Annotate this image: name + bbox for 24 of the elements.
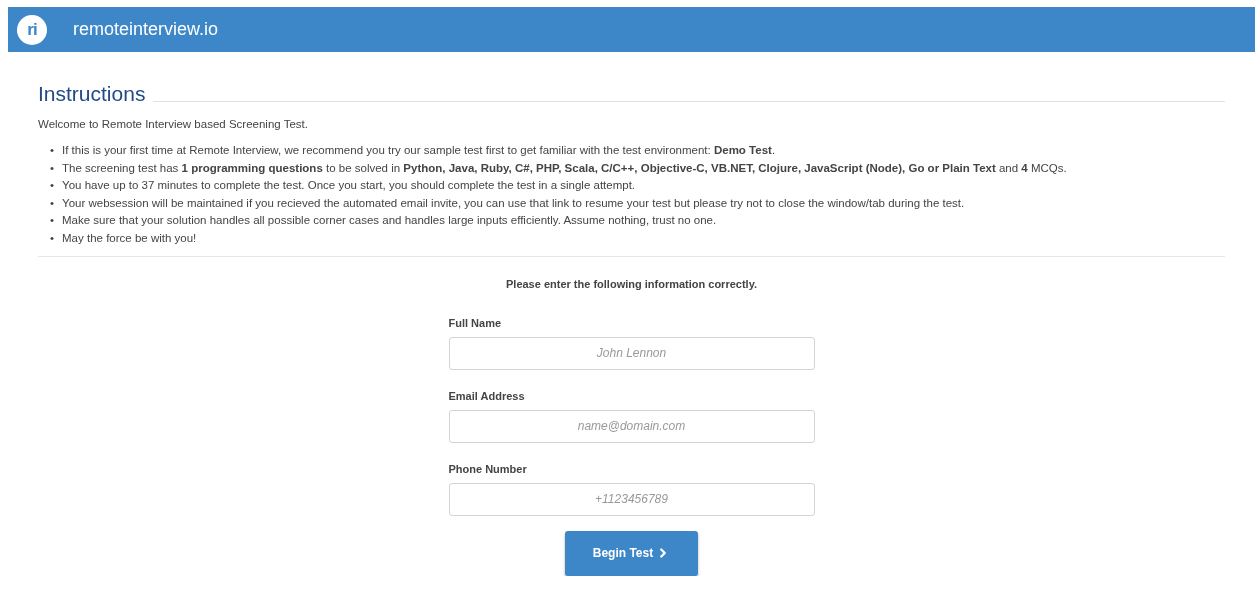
instruction-item: You have up to 37 minutes to complete the test. Once you start, you should complete the test in a single attempt. bbox=[62, 178, 636, 194]
welcome-text: Welcome to Remote Interview based Screening Test. bbox=[38, 118, 309, 130]
bullet-marker: • bbox=[50, 178, 55, 194]
bullet-marker: • bbox=[50, 195, 55, 211]
input-field[interactable]: John Lennon bbox=[448, 336, 815, 370]
instruction-item: The screening test has 1 programming questions to be solved in Python, Java, Ruby, C#, PHP, Scala, C/C++, Objective-C, VB.NET, Clojure, JavaScript (Node), Go or Plain Text and 4 MCQs. bbox=[62, 160, 1067, 176]
bullet-marker: • bbox=[50, 230, 55, 246]
begin-test-button[interactable]: Begin Test bbox=[565, 530, 698, 576]
instruction-item: Your websession will be maintained if you recieved the automated email invite, you can use that link to resume your test but please try not to close the window/tab during the test. bbox=[62, 195, 965, 211]
logo: ri bbox=[17, 14, 47, 45]
field-label: Email Address bbox=[448, 389, 526, 402]
instruction-item: Make sure that your solution handles all possible corner cases and handles large inputs efficiently. Assume nothing, trust no one. bbox=[62, 213, 717, 229]
instructions-heading: Instructions bbox=[38, 82, 146, 106]
field-label: Full Name bbox=[448, 316, 503, 329]
field-label: Phone Number bbox=[448, 462, 528, 475]
input-field[interactable]: name@domain.com bbox=[448, 409, 815, 443]
input-field[interactable]: +1123456789 bbox=[448, 482, 815, 516]
instruction-item: If this is your first time at Remote Interview, we recommend you try our sample test first to get familiar with the test environment: Demo Test. bbox=[62, 143, 776, 158]
bullet-marker: • bbox=[50, 213, 55, 229]
form-title: Please enter the following information correctly. bbox=[505, 277, 758, 290]
instruction-item: May the force be with you! bbox=[62, 230, 197, 246]
bullet-marker: • bbox=[50, 160, 55, 176]
bullet-marker: • bbox=[50, 143, 55, 158]
site-title: remoteinterview.io bbox=[73, 19, 219, 40]
